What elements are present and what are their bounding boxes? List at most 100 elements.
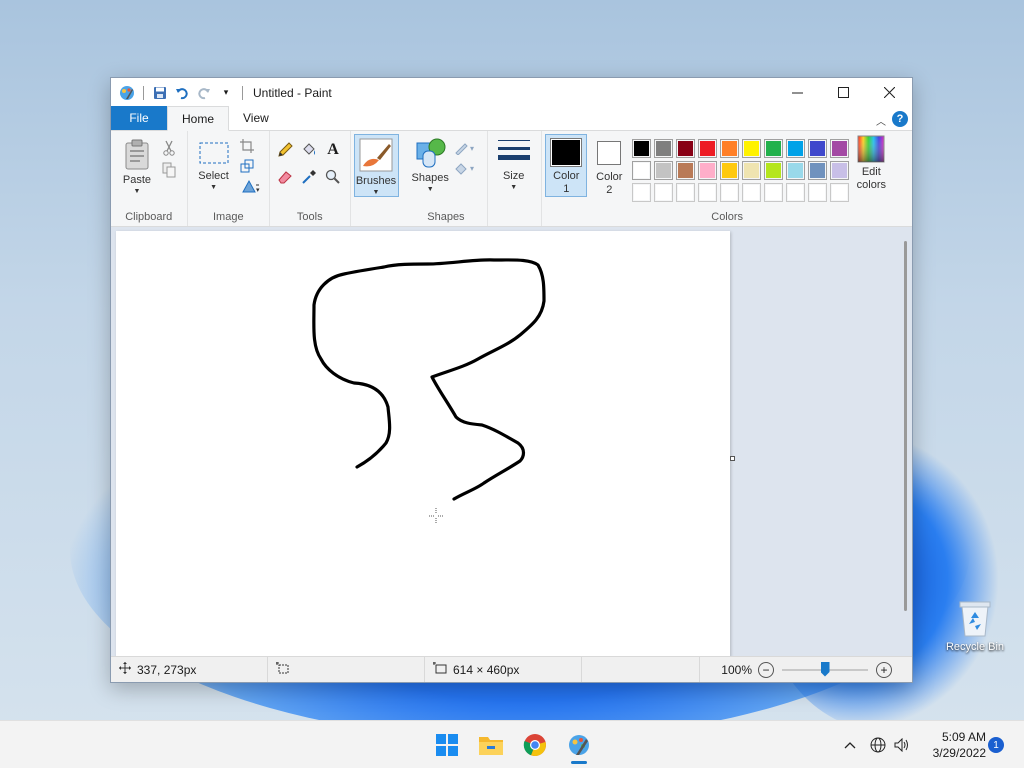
palette-color-swatch[interactable] — [830, 161, 850, 180]
palette-color-swatch[interactable] — [676, 161, 696, 180]
zoom-slider[interactable] — [782, 661, 868, 678]
show-hidden-icons-chevron-icon[interactable] — [839, 735, 861, 755]
palette-color-swatch[interactable] — [742, 183, 762, 202]
volume-icon[interactable] — [891, 735, 913, 755]
outline-icon[interactable]: ▾ — [453, 139, 479, 157]
edit-colors-label: Edit colors — [856, 166, 886, 191]
customize-qat-icon[interactable]: ▾ — [218, 85, 234, 101]
help-icon[interactable]: ? — [892, 111, 908, 127]
palette-color-swatch[interactable] — [720, 183, 740, 202]
cut-icon[interactable] — [160, 139, 178, 157]
notification-badge[interactable]: 1 — [988, 737, 1004, 753]
drawing-canvas[interactable] — [116, 231, 730, 657]
palette-color-swatch[interactable] — [632, 139, 652, 158]
folder-icon — [479, 737, 503, 755]
redo-icon[interactable] — [196, 85, 212, 101]
canvas-area[interactable] — [111, 227, 912, 657]
canvas-resize-handle[interactable] — [730, 456, 735, 461]
select-rectangle-icon — [199, 142, 229, 164]
pencil-icon[interactable] — [276, 141, 294, 159]
collapse-ribbon-icon[interactable]: ︿ — [876, 113, 886, 128]
palette-color-swatch[interactable] — [786, 161, 806, 180]
canvas-size-icon — [433, 662, 447, 677]
palette-color-swatch[interactable] — [654, 161, 674, 180]
select-label: Select — [198, 170, 229, 182]
palette-color-swatch[interactable] — [808, 183, 828, 202]
color-picker-icon[interactable] — [300, 168, 318, 186]
minimize-button[interactable] — [774, 78, 820, 107]
title-bar[interactable]: ▾ Untitled - Paint — [111, 78, 912, 107]
color2-button[interactable]: Color 2 — [591, 139, 627, 197]
close-button[interactable] — [866, 78, 912, 107]
magnifier-icon[interactable] — [324, 168, 342, 186]
paste-icon — [125, 139, 149, 170]
save-icon[interactable] — [152, 85, 168, 101]
color1-button[interactable]: Color 1 — [545, 134, 588, 197]
palette-color-swatch[interactable] — [764, 139, 784, 158]
status-cursor-position: 337, 273px — [111, 657, 268, 682]
tab-file[interactable]: File — [111, 106, 167, 130]
select-button[interactable]: Select ▼ — [196, 139, 232, 191]
recycle-bin-desktop-icon[interactable]: Recycle Bin — [944, 598, 1006, 653]
copy-icon[interactable] — [160, 161, 178, 179]
canvas-size-text: 614 × 460px — [453, 662, 520, 677]
shapes-button[interactable]: Shapes ▼ — [409, 137, 451, 193]
group-brushes: Brushes ▼ — [351, 131, 406, 226]
status-spacer — [582, 657, 700, 682]
group-colors: Color 1 Color 2 Edit colors Colors — [542, 131, 912, 226]
palette-color-swatch[interactable] — [764, 183, 784, 202]
palette-color-swatch[interactable] — [742, 139, 762, 158]
palette-color-swatch[interactable] — [654, 139, 674, 158]
palette-color-swatch[interactable] — [764, 161, 784, 180]
palette-color-swatch[interactable] — [742, 161, 762, 180]
palette-color-swatch[interactable] — [632, 183, 652, 202]
paste-button[interactable]: Paste ▼ — [119, 139, 155, 195]
chevron-down-icon: ▼ — [210, 184, 217, 191]
network-globe-icon[interactable] — [867, 735, 889, 755]
palette-color-swatch[interactable] — [676, 183, 696, 202]
palette-color-swatch[interactable] — [698, 139, 718, 158]
undo-icon[interactable] — [174, 85, 190, 101]
palette-color-swatch[interactable] — [720, 161, 740, 180]
clipboard-group-label: Clipboard — [125, 211, 173, 223]
palette-color-swatch[interactable] — [654, 183, 674, 202]
fill-bucket-icon[interactable] — [300, 141, 318, 159]
paint-taskbar-button[interactable] — [564, 730, 594, 760]
palette-color-swatch[interactable] — [676, 139, 696, 158]
palette-color-swatch[interactable] — [830, 139, 850, 158]
file-explorer-button[interactable] — [476, 730, 506, 760]
rotate-icon[interactable]: ▾ — [238, 177, 264, 195]
palette-color-swatch[interactable] — [632, 161, 652, 180]
palette-color-swatch[interactable] — [830, 183, 850, 202]
tab-view[interactable]: View — [229, 106, 283, 130]
edit-colors-button[interactable]: Edit colors — [850, 135, 892, 192]
fill-icon[interactable]: ▾ — [453, 159, 479, 177]
chrome-button[interactable] — [520, 730, 550, 760]
chevron-down-icon: ▼ — [426, 186, 434, 193]
palette-color-swatch[interactable] — [698, 161, 718, 180]
zoom-out-button[interactable]: − — [758, 661, 774, 678]
eraser-icon[interactable] — [276, 168, 294, 186]
taskbar-clock[interactable]: 5:09 AM 3/29/2022 — [920, 729, 986, 761]
zoom-in-button[interactable]: + — [876, 661, 892, 678]
palette-color-swatch[interactable] — [808, 139, 828, 158]
zoom-slider-thumb[interactable] — [820, 661, 830, 677]
group-tools: A Tools — [270, 131, 351, 226]
vertical-scrollbar[interactable] — [904, 241, 907, 611]
palette-color-swatch[interactable] — [786, 183, 806, 202]
palette-color-swatch[interactable] — [808, 161, 828, 180]
start-button[interactable] — [432, 730, 462, 760]
crop-icon[interactable] — [238, 137, 256, 155]
text-tool-icon[interactable]: A — [324, 141, 342, 159]
resize-icon[interactable] — [238, 157, 256, 175]
palette-color-swatch[interactable] — [698, 183, 718, 202]
paint-app-icon[interactable] — [119, 85, 135, 101]
image-group-label: Image — [212, 211, 244, 223]
size-button[interactable]: Size ▼ — [495, 137, 533, 191]
brushes-button[interactable]: Brushes ▼ — [353, 134, 399, 197]
tab-home[interactable]: Home — [167, 106, 230, 131]
active-app-indicator — [571, 761, 587, 764]
maximize-button[interactable] — [820, 78, 866, 107]
palette-color-swatch[interactable] — [720, 139, 740, 158]
palette-color-swatch[interactable] — [786, 139, 806, 158]
